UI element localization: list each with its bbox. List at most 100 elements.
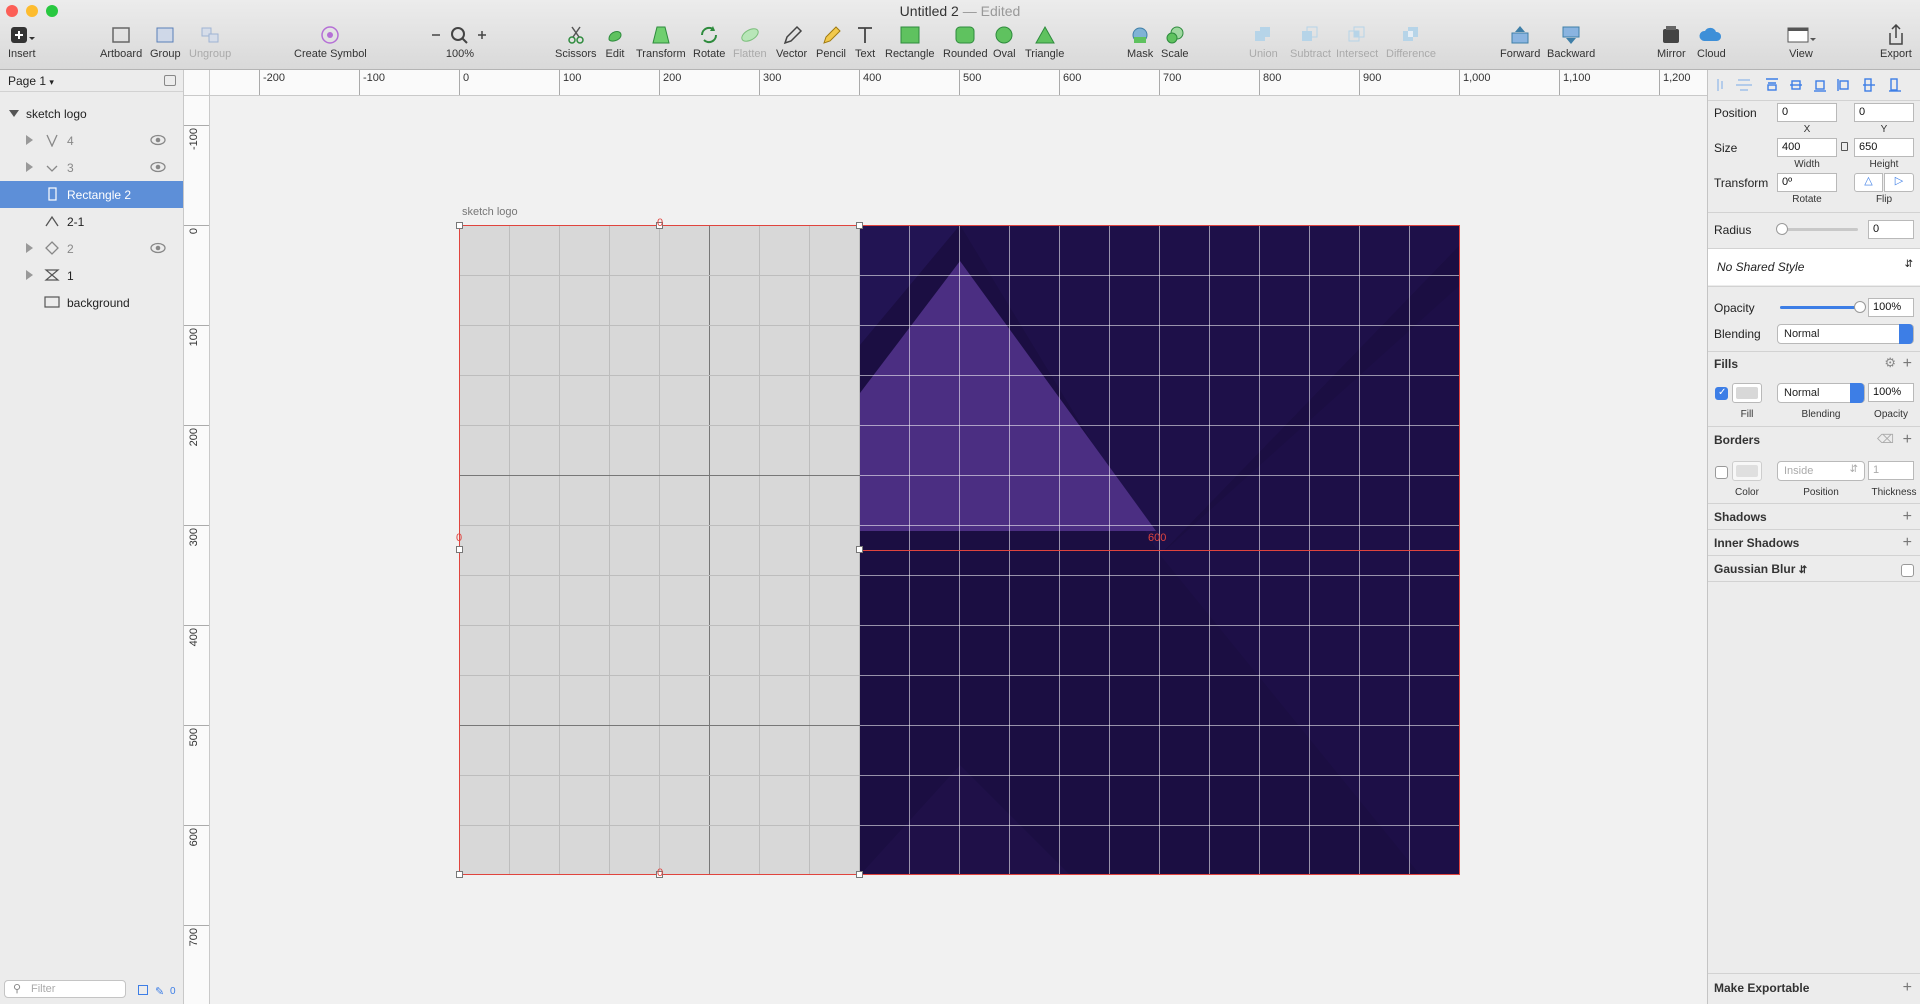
resize-handle-bottom-right[interactable] [856,871,863,878]
filter-input[interactable]: ⚲ Filter [4,980,126,998]
layer-rectangle-2[interactable]: Rectangle 2 [0,181,183,208]
disclosure-icon[interactable] [26,270,33,280]
oval-button[interactable]: Oval [993,24,1016,60]
width-field[interactable]: 400 [1777,138,1837,157]
add-inner-shadow-icon[interactable]: + [1903,535,1912,551]
fill-opacity-field[interactable]: 100% [1868,383,1914,402]
fill-enabled-checkbox[interactable]: ✓ [1715,387,1728,400]
layer-2-1[interactable]: 2-1 [0,208,183,235]
add-border-icon[interactable]: + [1903,432,1912,448]
hidden-eye-icon[interactable] [150,161,166,173]
lock-icon[interactable] [1841,142,1848,151]
collapse-sidebar-icon[interactable] [164,75,176,86]
layer-3[interactable]: 3 [0,154,183,181]
fills-section-title[interactable]: Fills [1714,357,1738,371]
height-field[interactable]: 650 [1854,138,1914,157]
rectangle-button[interactable]: Rectangle [885,24,935,60]
mask-button[interactable]: Mask [1127,24,1153,60]
view-button[interactable]: View [1786,24,1816,60]
inner-shadows-section-title[interactable]: Inner Shadows [1714,536,1799,550]
gaussian-blur-checkbox[interactable] [1901,564,1914,577]
edit-button[interactable]: Edit [605,24,625,60]
rotate-field[interactable]: 0º [1777,173,1837,192]
radius-slider-knob[interactable] [1776,223,1788,235]
disclosure-open-icon[interactable] [9,110,19,117]
scissors-button[interactable]: Scissors [555,24,597,60]
border-position-select[interactable]: Inside ⇵ [1777,461,1865,481]
resize-handle-bottom-left[interactable] [456,871,463,878]
y-position-field[interactable]: 0 [1854,103,1914,122]
create-symbol-button[interactable]: Create Symbol [294,24,367,60]
layer-background[interactable]: background [0,289,183,316]
canvas[interactable]: sketch logo 0 0 0 600 [210,96,1707,1004]
symbols-filter-icon[interactable] [138,985,148,995]
layer-4[interactable]: 4 [0,127,183,154]
vector-button[interactable]: Vector [776,24,807,60]
border-thickness-field[interactable]: 1 [1868,461,1914,480]
layer-1[interactable]: 1 [0,262,183,289]
rectangle-icon [48,187,57,201]
shadows-section-title[interactable]: Shadows [1714,510,1767,524]
trash-icon[interactable]: ⌫ [1877,432,1894,446]
scale-button[interactable]: Scale [1161,24,1189,60]
forward-button[interactable]: Forward [1500,24,1540,60]
flatten-button[interactable]: Flatten [733,24,767,60]
ungroup-button[interactable]: Ungroup [189,24,231,60]
add-export-icon[interactable]: + [1903,980,1912,996]
border-enabled-checkbox[interactable] [1715,466,1728,479]
radius-field[interactable]: 0 [1868,220,1914,239]
add-shadow-icon[interactable]: + [1903,509,1912,525]
radius-slider[interactable] [1780,228,1858,231]
fill-blending-select[interactable]: Normal [1777,383,1865,403]
border-color-swatch[interactable] [1732,461,1762,481]
mirror-button[interactable]: Mirror [1657,24,1686,60]
shared-style-dropdown[interactable]: No Shared Style ⇵ [1708,249,1920,285]
cloud-button[interactable]: Cloud [1697,24,1726,60]
difference-button[interactable]: Difference [1386,24,1436,60]
triangle-button[interactable]: Triangle [1025,24,1064,60]
blending-select[interactable]: Normal [1777,324,1914,344]
backward-button[interactable]: Backward [1547,24,1595,60]
intersect-button[interactable]: Intersect [1336,24,1378,60]
fill-color-swatch[interactable] [1732,383,1762,403]
transform-button[interactable]: Transform [636,24,686,60]
disclosure-icon[interactable] [26,243,33,253]
artboard-button[interactable]: Artboard [100,24,142,60]
subtract-button[interactable]: Subtract [1290,24,1331,60]
rotate-button[interactable]: Rotate [693,24,725,60]
resize-handle-top-right[interactable] [856,222,863,229]
resize-handle-right[interactable] [856,546,863,553]
hidden-eye-icon[interactable] [150,134,166,146]
pencil-filter-icon[interactable]: ✎ [155,985,164,998]
flip-vertical-button[interactable]: ▷ [1884,173,1914,192]
pencil-button[interactable]: Pencil [816,24,846,60]
opacity-slider-knob[interactable] [1854,301,1866,313]
resize-handle-left[interactable] [456,546,463,553]
zoom-control[interactable]: 100% [430,24,490,60]
opacity-slider[interactable] [1780,306,1858,309]
artboard-title[interactable]: sketch logo [462,206,518,218]
union-button[interactable]: Union [1249,24,1278,60]
x-position-field[interactable]: 0 [1777,103,1837,122]
add-fill-icon[interactable]: + [1903,356,1912,372]
page-selector[interactable]: Page 1 ▾ [0,70,183,92]
export-button[interactable]: Export [1880,24,1912,60]
disclosure-icon[interactable] [26,135,33,145]
resize-handle-top-left[interactable] [456,222,463,229]
text-button[interactable]: Text [855,24,875,60]
vertical-ruler[interactable]: -100 0 100 200 300 400 500 600 700 [184,96,210,1004]
opacity-field[interactable]: 100% [1868,298,1914,317]
gaussian-blur-section-title[interactable]: Gaussian Blur ⇵ [1714,562,1807,576]
horizontal-ruler[interactable]: -200 -100 0 100 200 300 400 500 600 700 800 900 1,00… [210,70,1707,96]
disclosure-icon[interactable] [26,162,33,172]
group-button[interactable]: Group [150,24,181,60]
layer-2[interactable]: 2 [0,235,183,262]
insert-button[interactable]: Insert [8,24,36,60]
layer-group-sketch-logo[interactable]: sketch logo [0,100,183,127]
hidden-eye-icon[interactable] [150,242,166,254]
flip-horizontal-button[interactable]: △ [1854,173,1883,192]
borders-section-title[interactable]: Borders [1714,433,1760,447]
rounded-button[interactable]: Rounded [943,24,988,60]
make-exportable-button[interactable]: Make Exportable [1714,981,1809,995]
gear-icon[interactable]: ⚙ [1884,355,1896,371]
